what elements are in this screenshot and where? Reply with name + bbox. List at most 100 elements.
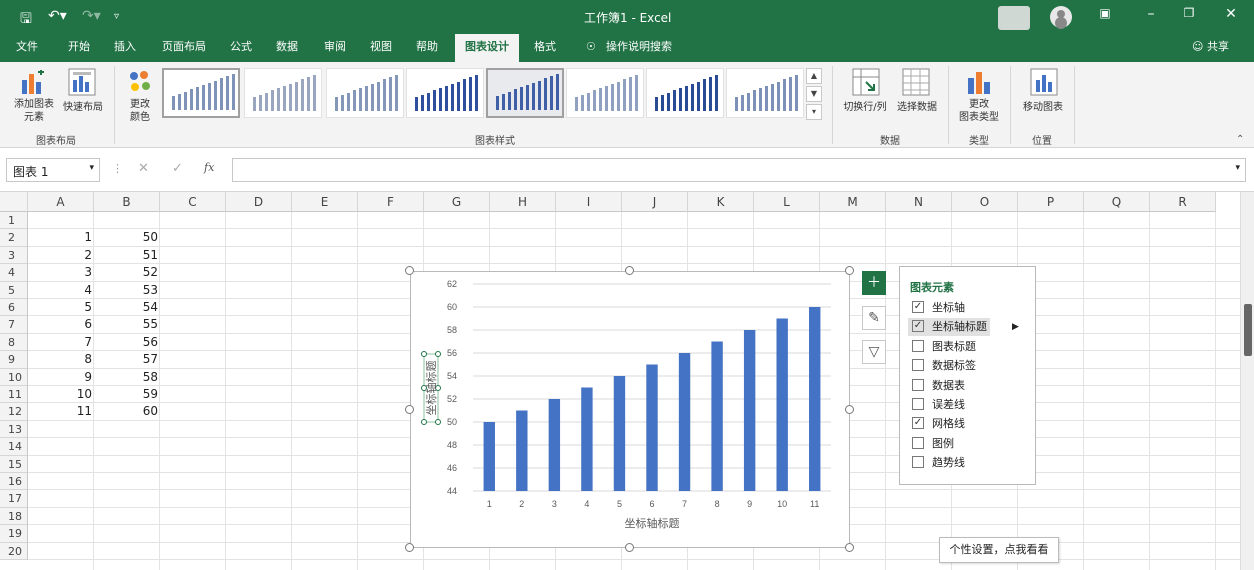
checkbox-icon[interactable] xyxy=(912,339,924,352)
row-header-14[interactable]: 14 xyxy=(0,438,28,456)
row-header-6[interactable]: 6 xyxy=(0,299,28,317)
chart-style-5[interactable] xyxy=(486,68,564,118)
chart-element-option[interactable]: ✓ 坐标轴标题 xyxy=(908,318,990,337)
column-header-a[interactable]: A xyxy=(28,192,94,212)
tab-formulas[interactable]: 公式 xyxy=(224,34,258,62)
resize-handle[interactable] xyxy=(625,266,634,275)
chart-style-2[interactable] xyxy=(244,68,322,118)
row-header-7[interactable]: 7 xyxy=(0,316,28,334)
resize-handle[interactable] xyxy=(625,543,634,552)
chart-element-option[interactable]: 数据表 xyxy=(912,377,965,395)
row-header-5[interactable]: 5 xyxy=(0,281,28,299)
chart-style-3[interactable] xyxy=(326,68,404,118)
enter-icon[interactable]: ✓ xyxy=(172,161,183,176)
row-header-1[interactable]: 1 xyxy=(0,212,28,230)
column-header-q[interactable]: Q xyxy=(1084,192,1150,212)
column-header-g[interactable]: G xyxy=(424,192,490,212)
chart-style-6[interactable] xyxy=(566,68,644,118)
tell-me-search[interactable]: 操作说明搜索 xyxy=(600,34,678,62)
close-icon[interactable]: ✕ xyxy=(1216,6,1246,22)
column-header-p[interactable]: P xyxy=(1018,192,1084,212)
column-header-l[interactable]: L xyxy=(754,192,820,212)
cell-b2[interactable]: 50 xyxy=(94,229,158,246)
tab-home[interactable]: 开始 xyxy=(62,34,96,62)
resize-handle[interactable] xyxy=(405,266,414,275)
cancel-icon[interactable]: ✕ xyxy=(138,161,149,176)
add-chart-element-button[interactable]: 添加图表 元素 xyxy=(6,98,62,124)
chevron-right-icon[interactable]: ▶ xyxy=(1012,322,1019,332)
chart-style-4[interactable] xyxy=(406,68,484,118)
cell-a9[interactable]: 8 xyxy=(28,351,92,368)
column-header-i[interactable]: I xyxy=(556,192,622,212)
row-header-19[interactable]: 19 xyxy=(0,525,28,543)
share-button[interactable]: ☺ 共享 xyxy=(1186,34,1235,62)
column-header-d[interactable]: D xyxy=(226,192,292,212)
row-header-12[interactable]: 12 xyxy=(0,403,28,421)
cell-a5[interactable]: 4 xyxy=(28,282,92,299)
cell-a4[interactable]: 3 xyxy=(28,264,92,281)
checkbox-checked-icon[interactable]: ✓ xyxy=(912,320,924,333)
cell-a8[interactable]: 7 xyxy=(28,334,92,351)
name-box[interactable]: 图表 1 ▾ xyxy=(6,158,100,182)
chart-element-option[interactable]: 趋势线 xyxy=(912,454,965,472)
chart-element-option[interactable]: ✓ 网格线 xyxy=(912,415,965,433)
tab-chart-design[interactable]: 图表设计 xyxy=(455,34,519,62)
collapse-ribbon-icon[interactable]: ⌃ xyxy=(1236,134,1244,145)
tab-format[interactable]: 格式 xyxy=(528,34,562,62)
cell-b5[interactable]: 53 xyxy=(94,282,158,299)
checkbox-checked-icon[interactable]: ✓ xyxy=(912,417,924,430)
checkbox-checked-icon[interactable]: ✓ xyxy=(912,301,924,313)
column-header-b[interactable]: B xyxy=(94,192,160,212)
formula-input[interactable]: ▾ xyxy=(232,158,1246,182)
gallery-more-button[interactable]: ▾ xyxy=(806,104,822,120)
avatar[interactable] xyxy=(1050,6,1072,28)
gallery-down-button[interactable]: ▼ xyxy=(806,86,822,102)
chart-element-option[interactable]: 误差线 xyxy=(912,396,965,414)
cell-a12[interactable]: 11 xyxy=(28,403,92,420)
customize-qat-icon[interactable]: ▿ xyxy=(114,11,119,22)
chevron-down-icon[interactable]: ▾ xyxy=(89,163,94,173)
insert-function-button[interactable]: fx xyxy=(204,161,214,174)
column-header-f[interactable]: F xyxy=(358,192,424,212)
column-header-m[interactable]: M xyxy=(820,192,886,212)
checkbox-icon[interactable] xyxy=(912,398,924,410)
column-header-j[interactable]: J xyxy=(622,192,688,212)
cell-b12[interactable]: 60 xyxy=(94,403,158,420)
row-header-18[interactable]: 18 xyxy=(0,507,28,526)
cell-a11[interactable]: 10 xyxy=(28,386,92,403)
row-header-10[interactable]: 10 xyxy=(0,368,28,386)
cell-a3[interactable]: 2 xyxy=(28,247,92,264)
ribbon-display-icon[interactable]: ▣ xyxy=(1090,6,1120,20)
cell-b7[interactable]: 55 xyxy=(94,316,158,333)
switch-row-column-button[interactable]: 切换行/列 xyxy=(838,98,892,113)
column-header-c[interactable]: C xyxy=(160,192,226,212)
cell-b9[interactable]: 57 xyxy=(94,351,158,368)
cell-b6[interactable]: 54 xyxy=(94,299,158,316)
switch-row-column-icon[interactable] xyxy=(852,68,880,99)
row-header-11[interactable]: 11 xyxy=(0,386,28,404)
tab-data[interactable]: 数据 xyxy=(270,34,304,62)
scrollbar-thumb[interactable] xyxy=(1244,304,1252,356)
row-header-15[interactable]: 15 xyxy=(0,455,28,473)
chart-style-7[interactable] xyxy=(646,68,724,118)
column-header-o[interactable]: O xyxy=(952,192,1018,212)
quick-layout-icon[interactable] xyxy=(68,68,96,99)
cell-b10[interactable]: 58 xyxy=(94,369,158,386)
tab-file[interactable]: 文件 xyxy=(10,34,44,62)
tab-help[interactable]: 帮助 xyxy=(410,34,444,62)
change-chart-type-icon[interactable] xyxy=(966,68,992,99)
chart-filters-button[interactable]: ▽ xyxy=(862,340,886,364)
vertical-scrollbar[interactable] xyxy=(1240,192,1254,570)
row-header-8[interactable]: 8 xyxy=(0,333,28,352)
cell-b3[interactable]: 51 xyxy=(94,247,158,264)
checkbox-icon[interactable] xyxy=(912,456,924,469)
save-icon[interactable]: 🖫 xyxy=(20,8,32,32)
row-header-13[interactable]: 13 xyxy=(0,420,28,439)
row-header-16[interactable]: 16 xyxy=(0,473,28,491)
column-header-n[interactable]: N xyxy=(886,192,952,212)
row-header-2[interactable]: 2 xyxy=(0,229,28,247)
cell-b8[interactable]: 56 xyxy=(94,334,158,351)
cell-a2[interactable]: 1 xyxy=(28,229,92,246)
cell-b11[interactable]: 59 xyxy=(94,386,158,403)
change-colors-button[interactable]: 更改 颜色 xyxy=(120,98,160,124)
